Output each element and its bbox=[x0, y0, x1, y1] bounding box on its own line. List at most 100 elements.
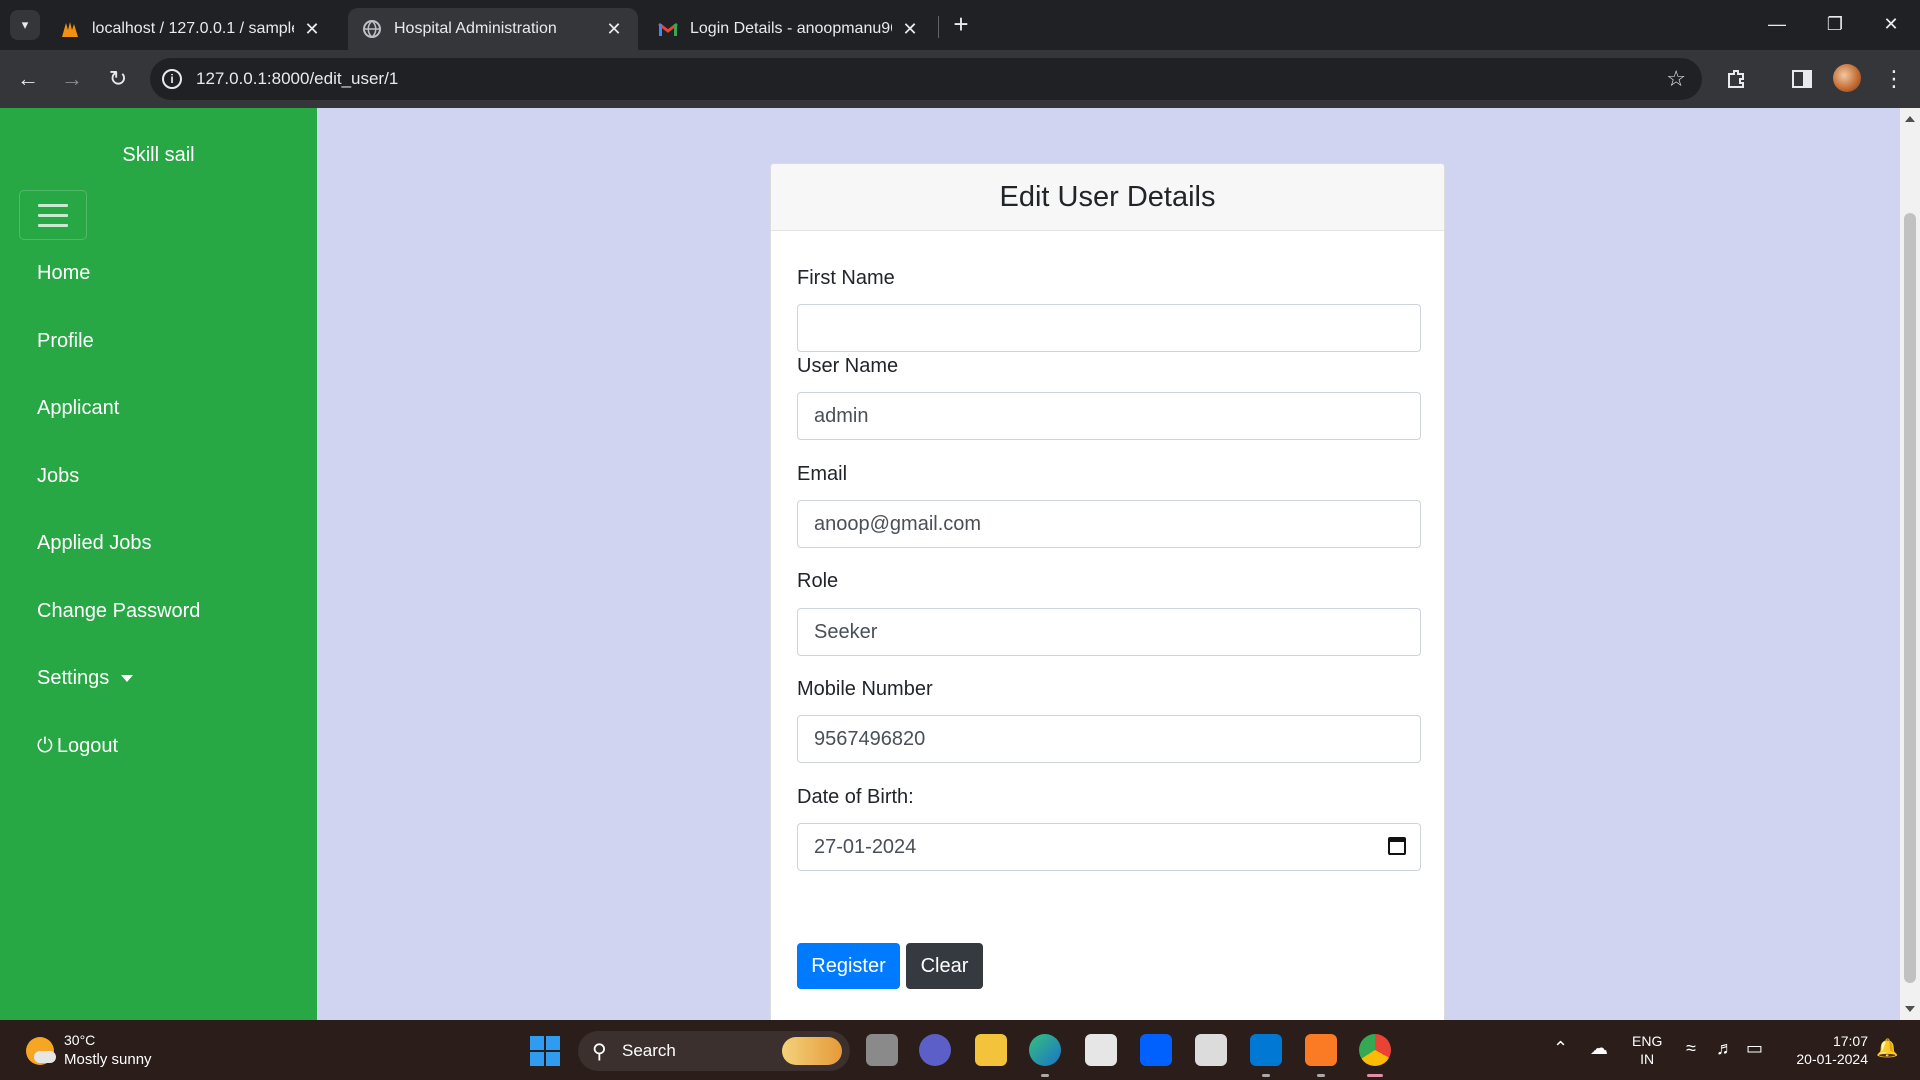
chrome-icon[interactable] bbox=[1359, 1034, 1391, 1077]
nav-jobs[interactable]: Jobs bbox=[37, 465, 79, 488]
date-of-birth-input[interactable]: 27-01-2024 bbox=[797, 823, 1421, 871]
amazon-icon[interactable] bbox=[1195, 1034, 1227, 1066]
card-title: Edit User Details bbox=[771, 164, 1444, 231]
dropbox-icon[interactable] bbox=[1140, 1034, 1172, 1066]
close-tab-icon[interactable]: ✕ bbox=[900, 19, 920, 39]
weather-temperature[interactable]: 30°C bbox=[64, 1032, 95, 1048]
wifi-icon[interactable]: ≈ bbox=[1686, 1038, 1696, 1059]
close-tab-icon[interactable]: ✕ bbox=[604, 19, 624, 39]
close-window-button[interactable]: ✕ bbox=[1862, 0, 1920, 48]
system-clock[interactable]: 17:07 20-01-2024 bbox=[1770, 1032, 1868, 1068]
nav-logout[interactable]: ⏻ Logout bbox=[37, 735, 118, 758]
edit-user-card: Edit User Details First Name User Name a… bbox=[770, 163, 1445, 1020]
side-panel-icon[interactable] bbox=[1787, 64, 1817, 94]
tab-gmail[interactable]: Login Details - anoopmanu968 ✕ bbox=[644, 8, 934, 50]
edge-browser-icon[interactable] bbox=[1029, 1034, 1061, 1077]
tab-strip: ▾ localhost / 127.0.0.1 / sample / ✕ Hos… bbox=[0, 0, 1920, 50]
tab-search-button[interactable]: ▾ bbox=[10, 10, 40, 40]
tab-title: Login Details - anoopmanu968 bbox=[690, 20, 892, 37]
back-button[interactable]: ← bbox=[13, 64, 43, 94]
chevron-up-icon[interactable]: ⌃ bbox=[1553, 1038, 1568, 1059]
nav-home[interactable]: Home bbox=[37, 262, 90, 285]
file-explorer-icon[interactable] bbox=[975, 1034, 1007, 1066]
page-scrollbar[interactable] bbox=[1900, 108, 1920, 1020]
sidebar: Skill sail Home Profile Applicant Jobs A… bbox=[0, 108, 317, 1020]
tab-title: Hospital Administration bbox=[394, 20, 557, 37]
date-of-birth-label: Date of Birth: bbox=[797, 786, 914, 808]
chevron-down-icon: ▾ bbox=[21, 17, 29, 32]
scroll-up-arrow-icon[interactable] bbox=[1905, 116, 1915, 122]
reload-button[interactable]: ↻ bbox=[103, 64, 133, 94]
page-viewport: Skill sail Home Profile Applicant Jobs A… bbox=[0, 108, 1920, 1020]
extensions-icon[interactable] bbox=[1721, 64, 1751, 94]
vscode-icon[interactable] bbox=[1250, 1034, 1282, 1077]
task-view-icon[interactable] bbox=[866, 1034, 898, 1066]
nav-change-password[interactable]: Change Password bbox=[37, 600, 200, 623]
site-info-icon[interactable]: i bbox=[162, 69, 182, 89]
scroll-down-arrow-icon[interactable] bbox=[1905, 1006, 1915, 1012]
globe-icon bbox=[362, 19, 382, 39]
search-highlight-icon bbox=[782, 1037, 842, 1065]
microsoft-store-icon[interactable] bbox=[1085, 1034, 1117, 1066]
register-button[interactable]: Register bbox=[797, 943, 900, 989]
forward-button[interactable]: → bbox=[57, 64, 87, 94]
taskbar-search-label: Search bbox=[622, 1041, 676, 1060]
date-value: 27-01-2024 bbox=[814, 835, 917, 858]
email-input[interactable]: anoop@gmail.com bbox=[797, 500, 1421, 548]
user-name-label: User Name bbox=[797, 355, 899, 377]
taskbar-search[interactable]: ⚲ Search bbox=[578, 1031, 850, 1071]
gmail-icon bbox=[658, 19, 678, 39]
nav-applicant[interactable]: Applicant bbox=[37, 397, 119, 420]
weather-sunny-icon[interactable] bbox=[26, 1037, 56, 1065]
volume-icon[interactable]: ♬ bbox=[1716, 1038, 1734, 1059]
user-name-input[interactable]: admin bbox=[797, 392, 1421, 440]
url-text[interactable]: 127.0.0.1:8000/edit_user/1 bbox=[196, 69, 398, 89]
minimize-button[interactable]: — bbox=[1748, 0, 1806, 48]
phpmyadmin-icon bbox=[60, 19, 80, 39]
restore-button[interactable]: ❐ bbox=[1806, 0, 1864, 48]
brand-name[interactable]: Skill sail bbox=[0, 144, 317, 167]
nav-applied-jobs[interactable]: Applied Jobs bbox=[37, 532, 152, 555]
nav-settings-label: Settings bbox=[37, 667, 110, 689]
first-name-label: First Name bbox=[797, 267, 895, 289]
xampp-icon[interactable] bbox=[1305, 1034, 1337, 1077]
weather-description[interactable]: Mostly sunny bbox=[64, 1051, 152, 1068]
scrollbar-thumb[interactable] bbox=[1904, 213, 1916, 983]
clock-time: 17:07 bbox=[1832, 1033, 1868, 1049]
nav-logout-label: Logout bbox=[56, 735, 118, 757]
power-icon: ⏻ bbox=[37, 735, 53, 757]
taskbar: 30°C Mostly sunny ⚲ Search ⌃ ☁ ENG IN ≈ … bbox=[0, 1020, 1920, 1080]
first-name-input[interactable] bbox=[797, 304, 1421, 352]
menu-kebab-icon[interactable]: ⋮ bbox=[1879, 64, 1909, 94]
profile-avatar[interactable] bbox=[1833, 64, 1861, 92]
clear-button[interactable]: Clear bbox=[906, 943, 983, 989]
windows-start-icon[interactable] bbox=[530, 1036, 560, 1066]
tab-separator bbox=[938, 16, 939, 38]
teams-chat-icon[interactable] bbox=[919, 1034, 951, 1066]
browser-toolbar: ← → ↻ i 127.0.0.1:8000/edit_user/1 ☆ ⋮ bbox=[0, 50, 1920, 108]
new-tab-button[interactable]: + bbox=[948, 11, 974, 38]
notification-bell-icon[interactable]: 🔔 bbox=[1876, 1038, 1898, 1059]
email-label: Email bbox=[797, 463, 848, 485]
mobile-number-label: Mobile Number bbox=[797, 678, 933, 700]
nav-profile[interactable]: Profile bbox=[37, 330, 94, 353]
tab-phpmyadmin[interactable]: localhost / 127.0.0.1 / sample / ✕ bbox=[46, 8, 336, 50]
search-icon: ⚲ bbox=[592, 1041, 607, 1063]
role-label: Role bbox=[797, 570, 839, 592]
hamburger-menu-icon[interactable] bbox=[19, 190, 87, 240]
role-input[interactable]: Seeker bbox=[797, 608, 1421, 656]
nav-settings-dropdown[interactable]: Settings bbox=[37, 667, 134, 690]
caret-down-icon bbox=[121, 675, 134, 682]
language-indicator[interactable]: ENG IN bbox=[1632, 1032, 1662, 1068]
bookmark-star-icon[interactable]: ☆ bbox=[1666, 66, 1686, 92]
calendar-icon[interactable] bbox=[1388, 837, 1406, 855]
mobile-number-input[interactable]: 9567496820 bbox=[797, 715, 1421, 763]
clock-date: 20-01-2024 bbox=[1796, 1051, 1868, 1067]
battery-icon[interactable]: ▭ bbox=[1746, 1038, 1763, 1059]
address-bar[interactable]: i 127.0.0.1:8000/edit_user/1 ☆ bbox=[150, 58, 1702, 100]
lang-line-2: IN bbox=[1640, 1051, 1655, 1067]
tab-hospital-administration[interactable]: Hospital Administration ✕ bbox=[348, 8, 638, 50]
onedrive-cloud-icon[interactable]: ☁ bbox=[1590, 1038, 1608, 1059]
lang-line-1: ENG bbox=[1632, 1033, 1663, 1049]
close-tab-icon[interactable]: ✕ bbox=[302, 19, 322, 39]
